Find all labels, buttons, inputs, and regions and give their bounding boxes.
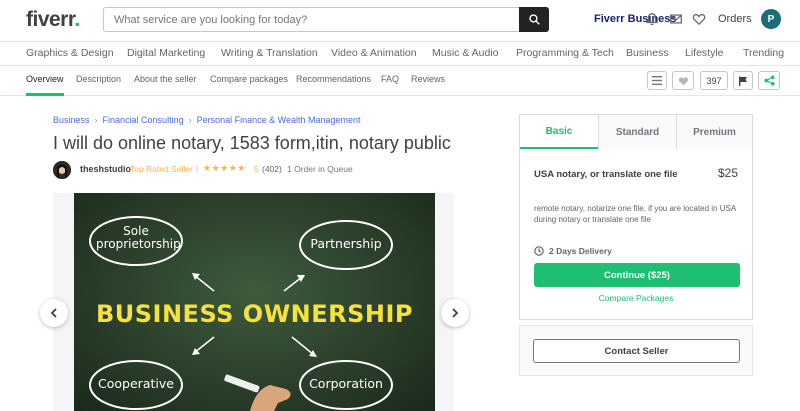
category-trending[interactable]: Trending <box>743 47 784 59</box>
chevron-left-icon <box>50 308 57 318</box>
menu-button[interactable] <box>647 71 667 90</box>
fiverr-business-link[interactable]: Fiverr Business <box>594 13 677 25</box>
share-icon <box>763 75 775 86</box>
bubble-sole-proprietorship: Sole proprietorship <box>96 224 181 251</box>
category-music-audio[interactable]: Music & Audio <box>432 47 499 59</box>
report-button[interactable] <box>733 71 753 90</box>
category-business[interactable]: Business <box>626 47 669 59</box>
rating-stars-icon: ★★★★★ <box>203 163 246 173</box>
seller-avatar[interactable] <box>53 161 71 179</box>
package-name: USA notary, or translate one file <box>534 169 678 180</box>
seller-level-badge: Top Rated Seller <box>130 164 193 174</box>
gig-gallery-image[interactable]: Sole proprietorship Partnership BUSINESS… <box>74 193 435 411</box>
compare-packages-link[interactable]: Compare Packages <box>520 293 752 303</box>
seller-overview: theshstudio Top Rated Seller | ★★★★★ 5 (… <box>53 161 473 181</box>
breadcrumb-separator: › <box>94 115 98 125</box>
nav-description[interactable]: Description <box>76 74 121 84</box>
nav-faq[interactable]: FAQ <box>381 74 399 84</box>
delivery-time: 2 Days Delivery <box>534 246 612 256</box>
breadcrumb-personal-finance[interactable]: Personal Finance & Wealth Management <box>197 115 361 125</box>
category-digital-marketing[interactable]: Digital Marketing <box>127 47 205 59</box>
active-tab-indicator <box>26 93 64 96</box>
category-graphics-design[interactable]: Graphics & Design <box>26 47 114 59</box>
category-programming-tech[interactable]: Programming & Tech <box>516 47 614 59</box>
divider: | <box>196 163 199 173</box>
heart-filled-icon <box>678 76 688 85</box>
package-description: remote notary, notarize one file, if you… <box>534 204 736 224</box>
bubble-corporation: Corporation <box>309 376 383 391</box>
category-writing-translation[interactable]: Writing & Translation <box>221 47 318 59</box>
breadcrumb: Business › Financial Consulting › Personal F… <box>53 115 361 125</box>
flag-icon <box>739 76 747 86</box>
bubble-partnership: Partnership <box>310 236 382 251</box>
search-input[interactable] <box>104 8 504 31</box>
tab-standard[interactable]: Standard <box>598 115 676 149</box>
breadcrumb-business[interactable]: Business <box>53 115 90 125</box>
delivery-label: 2 Days Delivery <box>549 246 612 256</box>
contact-seller-button[interactable]: Contact Seller <box>533 339 740 363</box>
package-tabs: Basic Standard Premium <box>520 115 752 149</box>
business-ownership-text: BUSINESS OWNERSHIP <box>95 300 414 328</box>
seller-name[interactable]: theshstudio <box>80 164 131 174</box>
like-count: 397 <box>700 71 728 90</box>
list-icon <box>652 76 662 85</box>
gallery-prev-button[interactable] <box>40 299 68 327</box>
search-button[interactable] <box>519 7 549 32</box>
gig-title: I will do online notary, 1583 form,itin,… <box>53 133 451 153</box>
category-menu: Graphics & Design Digital Marketing Writ… <box>0 42 800 66</box>
chevron-right-icon <box>452 308 459 318</box>
nav-overview[interactable]: Overview <box>26 74 64 84</box>
share-button[interactable] <box>758 71 780 90</box>
nav-recommendations[interactable]: Recommendations <box>296 74 371 84</box>
fiverr-logo[interactable]: fiverr. <box>26 8 80 32</box>
clock-icon <box>534 246 544 256</box>
search-icon <box>528 14 540 25</box>
tab-premium[interactable]: Premium <box>676 115 752 149</box>
heart-icon[interactable] <box>692 12 706 26</box>
orders-link[interactable]: Orders <box>718 13 752 25</box>
category-video-animation[interactable]: Video & Animation <box>331 47 417 59</box>
search-bar <box>103 7 549 32</box>
breadcrumb-financial-consulting[interactable]: Financial Consulting <box>103 115 184 125</box>
breadcrumb-separator: › <box>188 115 192 125</box>
contact-seller-box: Contact Seller <box>519 325 753 376</box>
package-price: $25 <box>717 166 738 180</box>
user-avatar[interactable]: P <box>761 9 781 29</box>
top-header: fiverr. Fiverr Business Orders P <box>0 0 800 42</box>
rating-score: 5 <box>254 164 259 174</box>
gig-page-nav: Overview Description About the seller Co… <box>0 66 800 96</box>
save-to-list-button[interactable] <box>672 71 694 90</box>
nav-compare-packages[interactable]: Compare packages <box>210 74 288 84</box>
continue-button[interactable]: Continue ($25) <box>534 263 740 287</box>
gallery-next-button[interactable] <box>441 299 469 327</box>
mail-icon[interactable] <box>669 12 683 26</box>
orders-in-queue: 1 Order in Queue <box>287 164 353 174</box>
nav-reviews[interactable]: Reviews <box>411 74 445 84</box>
bubble-cooperative: Cooperative <box>98 376 174 391</box>
category-lifestyle[interactable]: Lifestyle <box>685 47 724 59</box>
package-panel: Basic Standard Premium USA notary, or tr… <box>519 114 753 320</box>
review-count[interactable]: (402) <box>262 164 282 174</box>
bell-icon[interactable] <box>645 12 659 26</box>
nav-about-seller[interactable]: About the seller <box>134 74 197 84</box>
tab-basic[interactable]: Basic <box>520 115 598 149</box>
